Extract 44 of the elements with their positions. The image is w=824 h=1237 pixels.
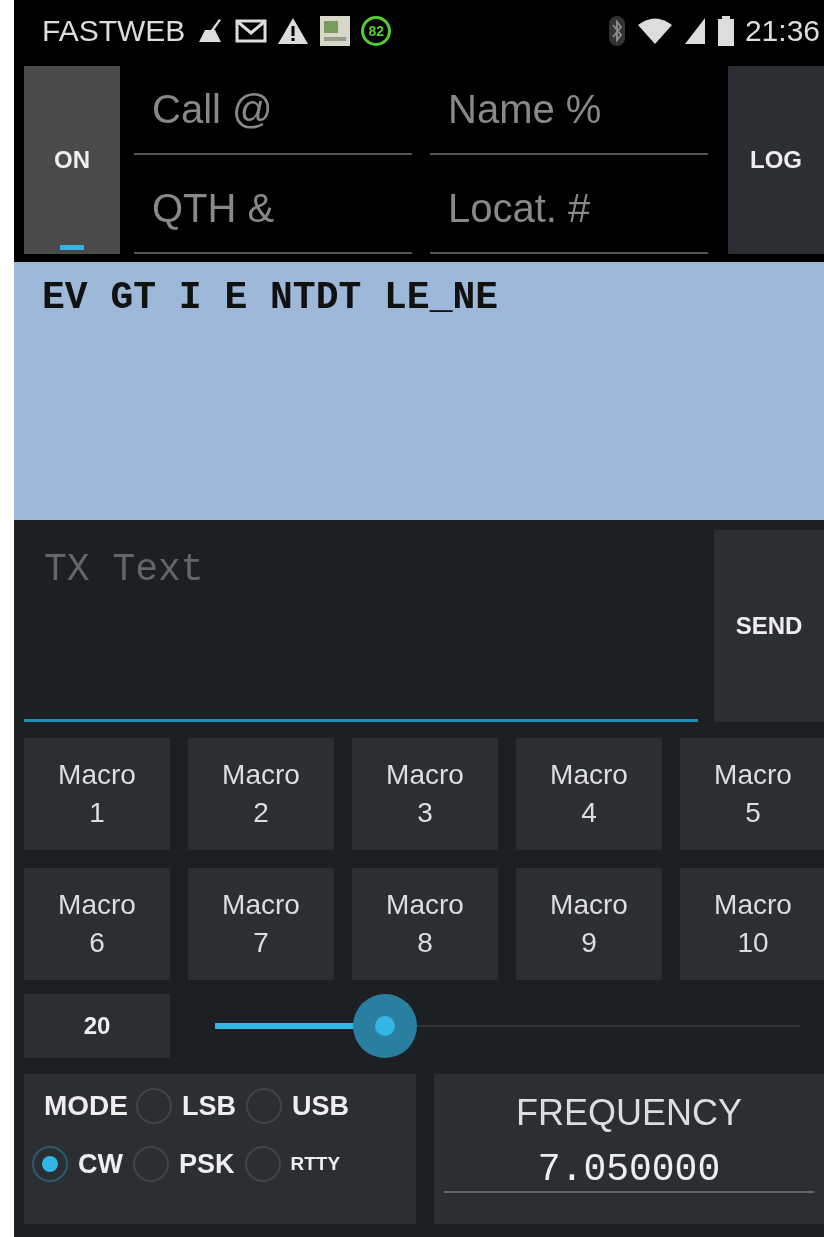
input-field[interactable]: QTH & [134,165,412,254]
macro-button[interactable]: Macro 1 [24,738,170,850]
wifi-icon [636,16,673,46]
transmit-text-field[interactable]: TX Text [24,530,698,722]
macro-button[interactable]: Macro 6 [24,868,170,980]
radio-option[interactable]: RTTY [244,1146,341,1182]
mode-label: MODE [44,1090,128,1122]
frequency-label: FREQUENCY [516,1092,742,1134]
carrier-name: FASTWEB [42,14,186,48]
frequency-field[interactable]: 7.050000 [444,1148,814,1193]
radio-icon[interactable] [133,1146,169,1182]
macro-button[interactable]: Macro 3 [352,738,498,850]
badge-count: 82 [361,16,392,46]
radio-icon[interactable] [246,1088,282,1124]
signal-icon [682,16,707,46]
received-text: EV GT I E NTDT LE_NE [42,276,499,319]
log-button[interactable]: LOG [728,66,824,254]
macro-button[interactable]: Macro 2 [188,738,334,850]
speed-value: 20 [24,994,170,1058]
mail-icon [235,18,268,44]
send-button[interactable]: SEND [714,530,824,722]
input-field[interactable]: Name % [430,66,708,155]
radio-icon[interactable] [244,1146,281,1182]
macro-button[interactable]: Macro 10 [680,868,824,980]
clock: 21:36 [744,14,820,48]
warning-icon [277,17,310,45]
input-field[interactable]: Call @ [134,66,412,155]
macro-button[interactable]: Macro 5 [680,738,824,850]
battery-icon [716,15,735,47]
macro-button[interactable]: Macro 8 [352,868,498,980]
macro-button[interactable]: Macro 9 [516,868,662,980]
input-field[interactable]: Locat. # [430,165,708,254]
radio-icon[interactable] [136,1088,172,1124]
radio-option[interactable]: USB [246,1088,349,1124]
radio-icon[interactable] [32,1146,68,1182]
radio-option[interactable]: PSK [133,1146,235,1182]
macro-button[interactable]: Macro 7 [188,868,334,980]
radio-option[interactable]: LSB [136,1088,236,1124]
bluetooth-icon [606,15,627,47]
speed-slider[interactable] [215,994,800,1058]
macro-button[interactable]: Macro 4 [516,738,662,850]
app-thumbnail-icon [319,15,352,47]
radio-option[interactable]: CW [32,1146,123,1182]
power-toggle-button[interactable]: ON [24,66,120,254]
